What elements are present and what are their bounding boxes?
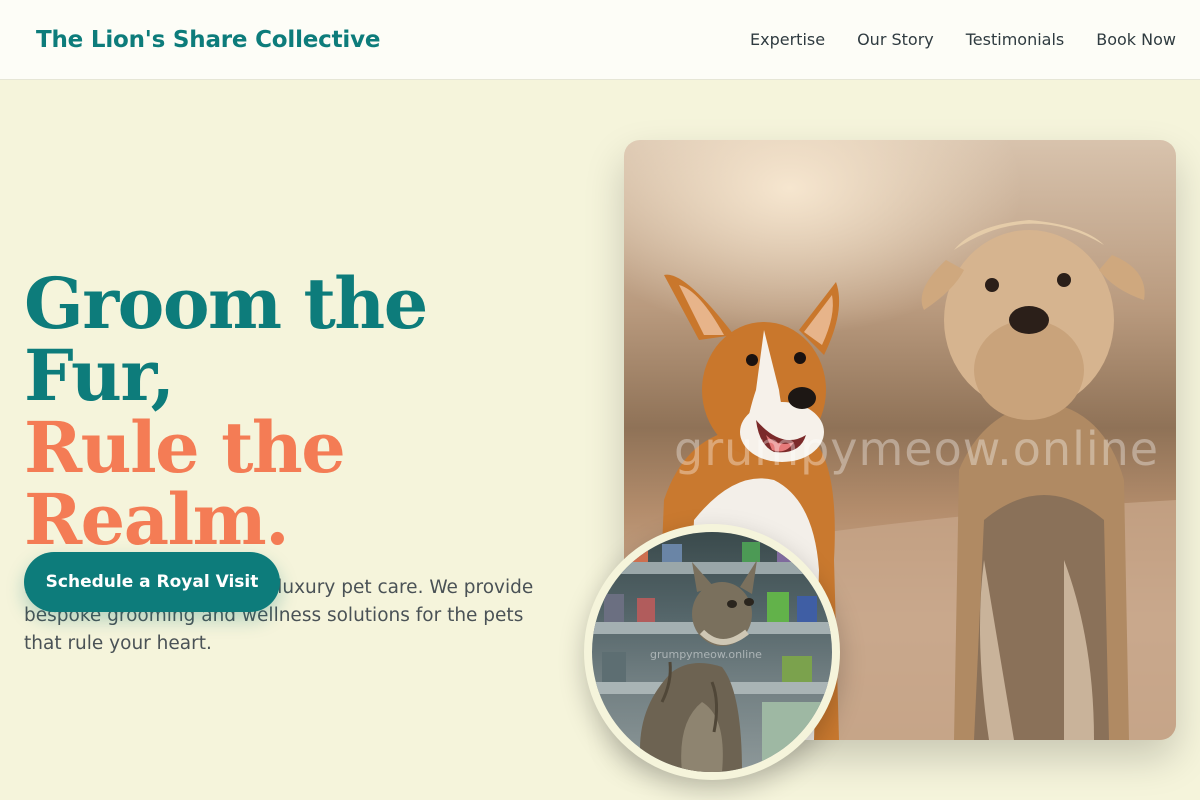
inset-image-watermark: grumpymeow.online xyxy=(650,648,762,661)
schedule-visit-button[interactable]: Schedule a Royal Visit xyxy=(24,552,280,612)
inset-cat-image: grumpymeow.online xyxy=(584,524,840,780)
headline-line-1: Groom the Fur, xyxy=(24,262,428,417)
nav-link-our-story[interactable]: Our Story xyxy=(857,30,934,49)
hero-headline: Groom the Fur, Rule the Realm. xyxy=(24,268,584,556)
brand-logo-link[interactable]: The Lion's Share Collective xyxy=(36,27,380,53)
cat-photo-frame: grumpymeow.online xyxy=(592,532,832,772)
main-nav: Expertise Our Story Testimonials Book No… xyxy=(750,30,1176,49)
site-header: The Lion's Share Collective Expertise Ou… xyxy=(0,0,1200,80)
headline-line-2: Rule the Realm. xyxy=(24,406,346,561)
nav-link-testimonials[interactable]: Testimonials xyxy=(966,30,1065,49)
nav-link-expertise[interactable]: Expertise xyxy=(750,30,825,49)
image-watermark: grumpymeow.online xyxy=(674,422,1160,476)
nav-link-book-now[interactable]: Book Now xyxy=(1096,30,1176,49)
